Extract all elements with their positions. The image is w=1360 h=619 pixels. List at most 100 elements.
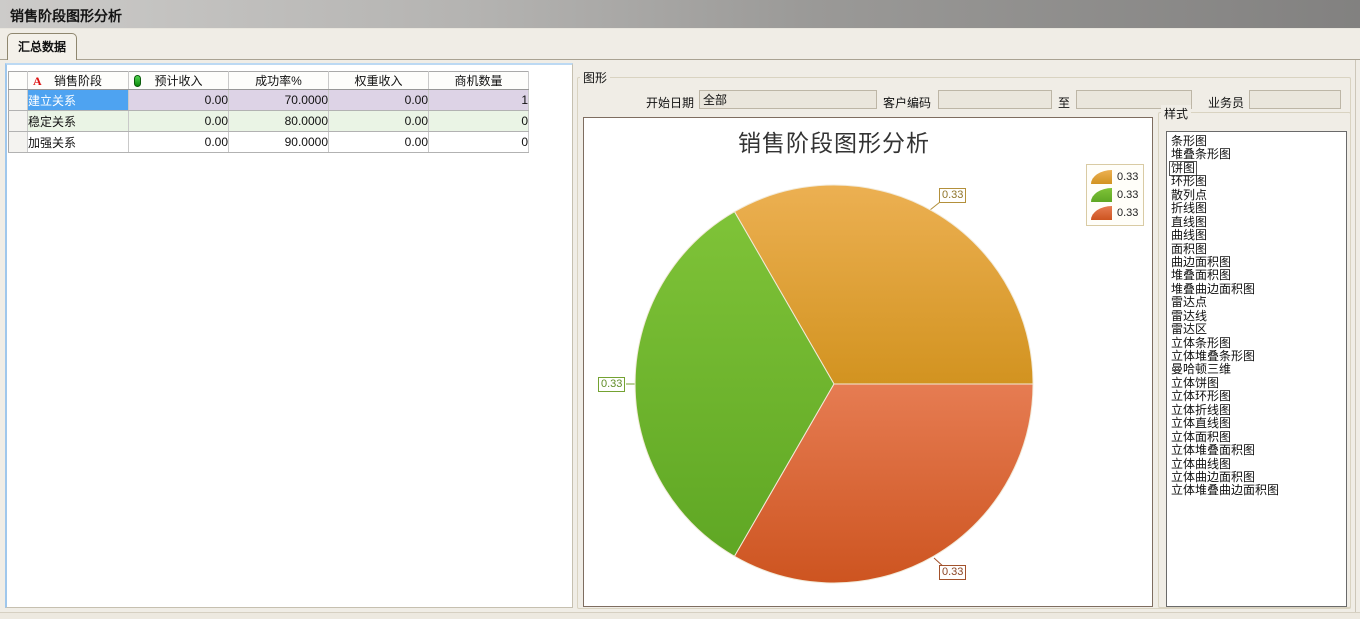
style-list-item[interactable]: 堆叠曲边面积图 (1169, 282, 1346, 295)
expected-income-cell[interactable]: 0.00 (129, 90, 229, 111)
legend-item: 0.33 (1091, 187, 1140, 203)
app-window: 销售阶段图形分析 汇总数据 A 销售阶段 (0, 0, 1360, 619)
weighted-income-cell[interactable]: 0.00 (329, 111, 429, 132)
window-right-frame (1355, 60, 1356, 612)
style-list-item[interactable]: 立体直线图 (1169, 416, 1346, 429)
table-header-row: A 销售阶段 预计收入 成功率% 权重收入 (9, 72, 529, 90)
pie-chart (584, 118, 1152, 606)
row-selector-cell[interactable] (9, 111, 28, 132)
salesperson-label: 业务员 (1200, 94, 1244, 111)
column-label: 预计收入 (154, 74, 202, 88)
legend-value: 0.33 (1117, 189, 1138, 201)
slice-value-label-2: 0.33 (598, 377, 625, 392)
style-item-label: 立体堆叠曲边面积图 (1169, 483, 1281, 498)
start-date-label: 开始日期 (640, 94, 694, 111)
content-area: A 销售阶段 预计收入 成功率% 权重收入 (0, 60, 1360, 612)
style-list-item[interactable]: 堆叠条形图 (1169, 147, 1346, 160)
weighted-income-cell[interactable]: 0.00 (329, 132, 429, 153)
page-title: 销售阶段图形分析 (10, 6, 122, 26)
pie-slice-swatch-icon (1091, 170, 1112, 184)
chart-area: 销售阶段图形分析 0.33 0.33 0.33 0.33 0.33 (583, 117, 1153, 607)
style-list-item[interactable]: 立体面积图 (1169, 430, 1346, 443)
column-header-expected-income[interactable]: 预计收入 (129, 72, 229, 90)
style-list-item[interactable]: 曲边面积图 (1169, 255, 1346, 268)
customer-code-from-input[interactable] (938, 90, 1052, 109)
table-row[interactable]: 加强关系 0.00 90.0000 0.00 0 (9, 132, 529, 153)
success-rate-cell[interactable]: 90.0000 (229, 132, 329, 153)
tab-bar: 汇总数据 (0, 30, 1360, 60)
green-indicator-icon (134, 75, 141, 87)
row-selector-cell[interactable] (9, 90, 28, 111)
chart-title: 销售阶段图形分析 (584, 124, 1084, 158)
stage-summary-table: A 销售阶段 预计收入 成功率% 权重收入 (8, 71, 529, 153)
column-label: 销售阶段 (54, 74, 102, 88)
graph-groupbox-label: 图形 (580, 69, 610, 86)
style-list-item[interactable]: 立体曲线图 (1169, 457, 1346, 470)
summary-panel: A 销售阶段 预计收入 成功率% 权重收入 (5, 63, 573, 608)
style-list-item[interactable]: 立体曲边面积图 (1169, 470, 1346, 483)
legend-item: 0.33 (1091, 169, 1140, 185)
legend-value: 0.33 (1117, 171, 1138, 183)
column-label: 成功率% (255, 74, 302, 88)
window-bottom-strip (0, 612, 1360, 619)
column-label: 权重收入 (354, 74, 402, 88)
pie-slice-swatch-icon (1091, 206, 1112, 220)
to-label: 至 (1054, 94, 1070, 111)
style-list-item[interactable]: 雷达点 (1169, 295, 1346, 308)
chart-legend: 0.33 0.33 0.33 (1086, 164, 1144, 226)
column-header-stage[interactable]: A 销售阶段 (28, 72, 129, 90)
style-list-item[interactable]: 直线图 (1169, 215, 1346, 228)
style-list-item[interactable]: 立体折线图 (1169, 403, 1346, 416)
pie-slice-swatch-icon (1091, 188, 1112, 202)
success-rate-cell[interactable]: 70.0000 (229, 90, 329, 111)
style-list-item[interactable]: 曲线图 (1169, 228, 1346, 241)
slice-value-label-1: 0.33 (939, 188, 966, 203)
style-groupbox-label: 样式 (1161, 105, 1191, 122)
chart-style-list[interactable]: 条形图 堆叠条形图 饼图 环形图 散列点 折线图 (1166, 131, 1347, 607)
style-list-item[interactable]: 饼图 (1169, 161, 1346, 174)
legend-value: 0.33 (1117, 207, 1138, 219)
row-selector-cell[interactable] (9, 132, 28, 153)
style-list-item[interactable]: 条形图 (1169, 134, 1346, 147)
style-list-item[interactable]: 曼哈顿三维 (1169, 362, 1346, 375)
stage-cell[interactable]: 建立关系 (28, 90, 129, 111)
style-list-item[interactable]: 立体堆叠面积图 (1169, 443, 1346, 456)
opportunity-count-cell[interactable]: 0 (429, 111, 529, 132)
style-list-item[interactable]: 雷达区 (1169, 322, 1346, 335)
tab-summary-data[interactable]: 汇总数据 (7, 33, 77, 60)
start-date-input[interactable] (699, 90, 877, 109)
style-list-item[interactable]: 堆叠面积图 (1169, 268, 1346, 281)
title-bar: 销售阶段图形分析 (0, 0, 1360, 29)
expected-income-cell[interactable]: 0.00 (129, 111, 229, 132)
column-header-weighted-income[interactable]: 权重收入 (329, 72, 429, 90)
column-label: 商机数量 (454, 74, 502, 88)
style-list-item[interactable]: 面积图 (1169, 242, 1346, 255)
row-selector-header (9, 72, 28, 90)
success-rate-cell[interactable]: 80.0000 (229, 111, 329, 132)
slice-value-label-3: 0.33 (939, 565, 966, 580)
red-a-icon: A (33, 74, 42, 89)
style-list-item[interactable]: 立体堆叠条形图 (1169, 349, 1346, 362)
salesperson-input[interactable] (1249, 90, 1341, 109)
legend-item: 0.33 (1091, 205, 1140, 221)
style-list-item[interactable]: 环形图 (1169, 174, 1346, 187)
style-list-item[interactable]: 立体堆叠曲边面积图 (1169, 483, 1346, 496)
expected-income-cell[interactable]: 0.00 (129, 132, 229, 153)
column-header-opportunity-count[interactable]: 商机数量 (429, 72, 529, 90)
style-list-item[interactable]: 立体条形图 (1169, 336, 1346, 349)
column-header-success-rate[interactable]: 成功率% (229, 72, 329, 90)
stage-cell[interactable]: 稳定关系 (28, 111, 129, 132)
style-list-item[interactable]: 立体环形图 (1169, 389, 1346, 402)
opportunity-count-cell[interactable]: 0 (429, 132, 529, 153)
tab-label: 汇总数据 (18, 40, 66, 54)
style-list-item[interactable]: 雷达线 (1169, 309, 1346, 322)
opportunity-count-cell[interactable]: 1 (429, 90, 529, 111)
style-list-item[interactable]: 立体饼图 (1169, 376, 1346, 389)
customer-code-label: 客户编码 (879, 94, 931, 111)
weighted-income-cell[interactable]: 0.00 (329, 90, 429, 111)
table-row[interactable]: 建立关系 0.00 70.0000 0.00 1 (9, 90, 529, 111)
style-list-item[interactable]: 散列点 (1169, 188, 1346, 201)
stage-cell[interactable]: 加强关系 (28, 132, 129, 153)
table-row[interactable]: 稳定关系 0.00 80.0000 0.00 0 (9, 111, 529, 132)
style-list-item[interactable]: 折线图 (1169, 201, 1346, 214)
